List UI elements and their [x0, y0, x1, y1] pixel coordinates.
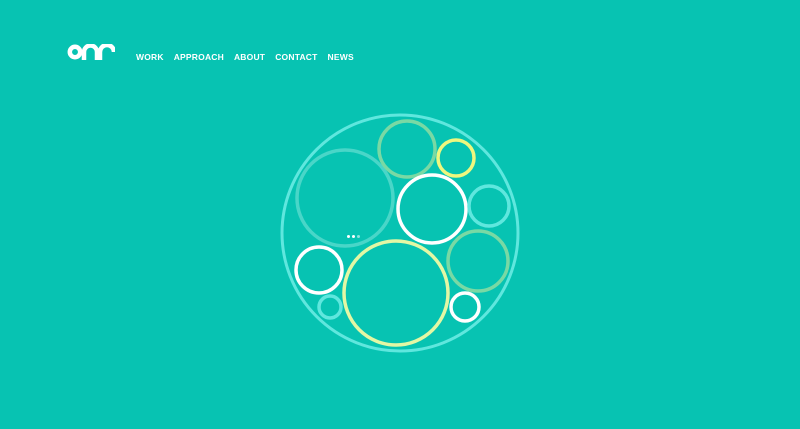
- one-logo-icon[interactable]: [67, 44, 115, 60]
- ring-white-center: [396, 173, 468, 245]
- hero-graphic: [279, 112, 521, 354]
- loading-indicator: [347, 235, 360, 238]
- loader-dot: [357, 235, 360, 238]
- nav-list: WORK APPROACH ABOUT CONTACT NEWS: [136, 52, 364, 62]
- ring-aqua-right: [467, 184, 511, 228]
- ring-yellow-small: [436, 138, 476, 178]
- packed-circles-graphic: [280, 113, 520, 353]
- loader-dot: [352, 235, 355, 238]
- loader-dot: [347, 235, 350, 238]
- nav-item-about[interactable]: ABOUT: [234, 52, 265, 62]
- page: WORK APPROACH ABOUT CONTACT NEWS: [0, 0, 800, 429]
- ring-white-left: [294, 245, 344, 295]
- ring-aqua-small: [317, 294, 343, 320]
- nav-item-news[interactable]: NEWS: [328, 52, 354, 62]
- nav-item-contact[interactable]: CONTACT: [275, 52, 317, 62]
- ring-yellow-large: [342, 239, 450, 347]
- ring-mint-top: [377, 119, 437, 179]
- nav-item-approach[interactable]: APPROACH: [174, 52, 224, 62]
- ring-white-small: [449, 291, 481, 323]
- ring-mint-right: [446, 229, 510, 293]
- ring-faded-large: [295, 148, 395, 248]
- nav-item-work[interactable]: WORK: [136, 52, 164, 62]
